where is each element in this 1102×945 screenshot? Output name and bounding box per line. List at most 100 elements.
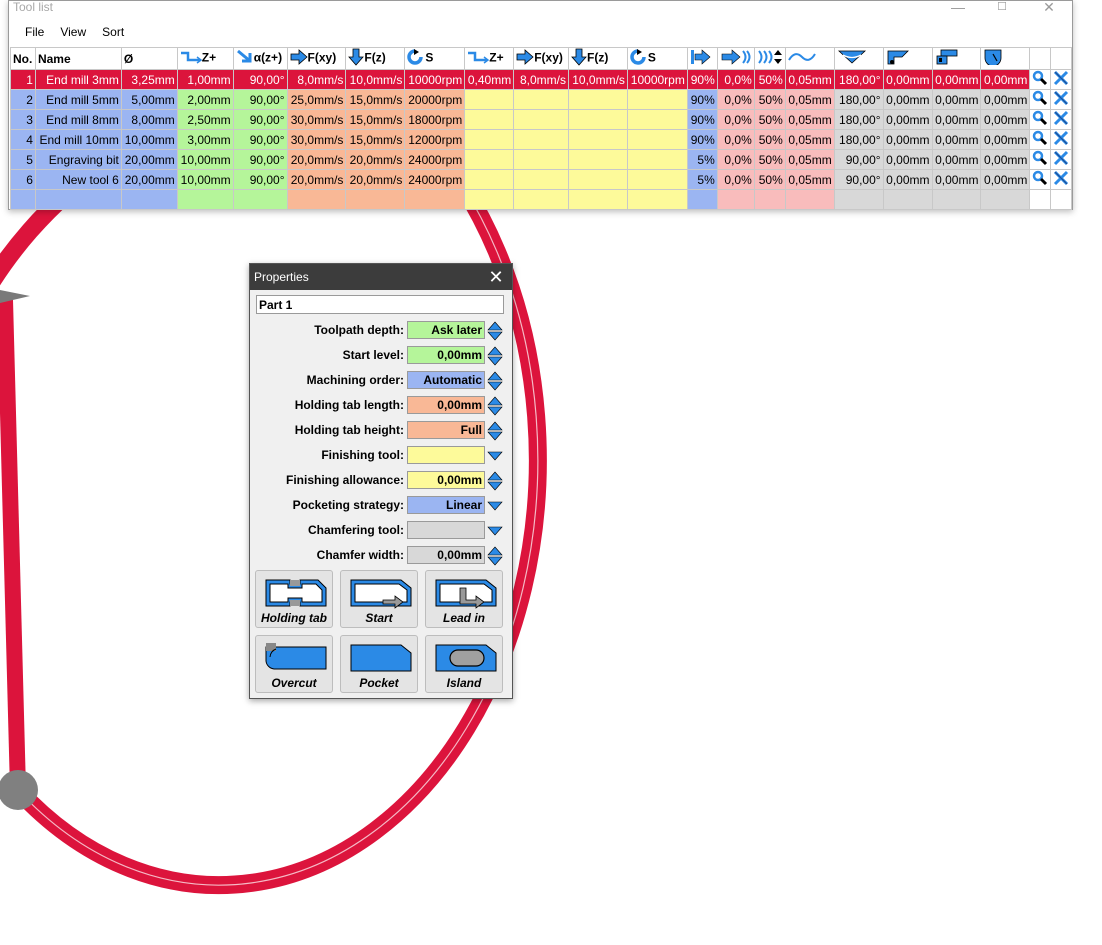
tool-cell-g4[interactable]: 0,00mm [980,169,1031,190]
tool-cell-p2[interactable]: 0,0% [716,69,755,90]
tool-cell-fxy[interactable]: 20,0mm/s [286,169,347,190]
tool-cell-g3[interactable]: 0,00mm [931,109,982,130]
empty-cell[interactable] [34,189,122,210]
column-header[interactable]: F(z) [345,47,406,70]
tool-cell-g2[interactable]: 0,00mm [882,69,933,90]
property-value-field[interactable] [407,521,485,539]
tool-cell-g3[interactable]: 0,00mm [931,149,982,170]
tool-cell-p2[interactable]: 0,0% [716,149,755,170]
tool-cell-p1[interactable]: 5% [686,169,718,190]
empty-cell[interactable] [753,189,786,210]
tool-cell-dia[interactable]: 10,00mm [120,129,178,150]
tool-cell-alpha[interactable]: 90,00° [232,149,288,170]
empty-cell[interactable] [784,189,835,210]
tool-cell-fxy2[interactable] [513,89,569,110]
view-tool-button[interactable] [1029,89,1052,110]
tool-cell-z2[interactable] [464,149,515,170]
tool-cell-s[interactable]: 20000rpm [404,89,466,110]
tool-cell-z[interactable]: 3,00mm [176,129,234,150]
tool-cell-fz[interactable]: 15,0mm/s [345,109,406,130]
tool-cell-fz2[interactable] [568,129,628,150]
tool-cell-s[interactable]: 12000rpm [404,129,466,150]
tool-cell-s2[interactable] [626,149,688,170]
tool-cell-s2[interactable] [626,89,688,110]
dropdown-arrow-icon[interactable] [487,496,503,516]
tool-cell-z[interactable]: 2,00mm [176,89,234,110]
tool-cell-p1[interactable]: 90% [686,129,718,150]
spin-arrows-icon[interactable] [487,346,503,366]
tool-cell-g3[interactable]: 0,00mm [931,169,982,190]
property-value-field[interactable]: Linear [407,496,485,514]
property-value-field[interactable]: 0,00mm [407,471,485,489]
tool-cell-p3[interactable]: 50% [753,169,786,190]
column-header[interactable] [980,47,1031,70]
tool-cell-z2[interactable]: 0,40mm [464,69,515,90]
tool-cell-fz2[interactable]: 10,0mm/s [568,69,628,90]
tool-cell-p3[interactable]: 50% [753,149,786,170]
spin-arrows-icon[interactable] [487,371,503,391]
column-header[interactable]: α(z+) [232,47,288,70]
tool-cell-dia[interactable]: 20,00mm [120,149,178,170]
empty-cell[interactable] [464,189,515,210]
menu-view[interactable]: View [52,25,94,39]
holding-tab-button[interactable]: Holding tab [255,570,333,628]
tool-cell-fxy[interactable]: 30,0mm/s [286,129,347,150]
tool-cell-fz2[interactable] [568,89,628,110]
column-header[interactable]: Name [34,47,122,70]
tool-cell-p3[interactable]: 50% [753,129,786,150]
tool-cell-fz2[interactable] [568,149,628,170]
column-header[interactable]: Z+ [176,47,234,70]
tool-cell-no[interactable]: 4 [10,129,36,150]
tool-cell-alpha[interactable]: 90,00° [232,69,288,90]
spin-arrows-icon[interactable] [487,471,503,491]
column-header[interactable] [1050,47,1072,70]
remove-tool-button[interactable] [1050,109,1072,130]
tool-cell-g2[interactable]: 0,00mm [882,169,933,190]
tool-cell-g2[interactable]: 0,00mm [882,129,933,150]
tool-cell-fxy2[interactable] [513,109,569,130]
tool-row[interactable]: 1 End mill 3mm 3,25mm 1,00mm 90,00° 8,0mm/s 10… [10,69,1072,90]
tool-cell-alpha[interactable]: 90,00° [232,169,288,190]
column-header[interactable]: S [626,47,688,70]
tool-cell-g4[interactable]: 0,00mm [980,129,1031,150]
empty-cell[interactable] [404,189,466,210]
column-header[interactable]: Z+ [464,47,515,70]
empty-cell[interactable] [686,189,718,210]
tool-cell-fz2[interactable] [568,169,628,190]
tool-cell-p4[interactable]: 0,05mm [784,89,835,110]
property-value-field[interactable]: 0,00mm [407,346,485,364]
column-header[interactable] [931,47,982,70]
tool-row[interactable]: 4 End mill 10mm 10,00mm 3,00mm 90,00° 30,0mm/… [10,129,1072,150]
empty-cell[interactable] [833,189,884,210]
tool-cell-p3[interactable]: 50% [753,89,786,110]
tool-cell-dia[interactable]: 5,00mm [120,89,178,110]
tool-cell-p4[interactable]: 0,05mm [784,109,835,130]
column-header[interactable]: No. [10,47,36,70]
column-header[interactable] [1029,47,1052,70]
tool-cell-g4[interactable]: 0,00mm [980,109,1031,130]
tool-cell-name[interactable]: End mill 8mm [34,109,122,130]
tool-cell-g2[interactable]: 0,00mm [882,149,933,170]
property-value-field[interactable]: Automatic [407,371,485,389]
empty-cell[interactable] [513,189,569,210]
property-value-field[interactable]: Full [407,421,485,439]
minimize-button[interactable]: — [938,0,978,15]
menu-file[interactable]: File [17,25,52,39]
property-value-field[interactable]: 0,00mm [407,396,485,414]
tool-cell-s2[interactable] [626,169,688,190]
tool-row[interactable]: 3 End mill 8mm 8,00mm 2,50mm 90,00° 30,0mm/s 1… [10,109,1072,130]
tool-cell-dia[interactable]: 3,25mm [120,69,178,90]
tool-cell-s[interactable]: 10000rpm [404,69,466,90]
dropdown-arrow-icon[interactable] [487,446,503,466]
overcut-button[interactable]: Overcut [255,635,333,693]
maximize-button[interactable]: ☐ [982,1,1022,15]
column-header[interactable]: Ø [120,47,178,70]
tool-cell-z2[interactable] [464,129,515,150]
tool-cell-s[interactable]: 24000rpm [404,169,466,190]
tool-cell-p1[interactable]: 5% [686,149,718,170]
tool-cell-g1[interactable]: 90,00° [833,169,884,190]
spin-arrows-icon[interactable] [487,321,503,341]
tool-cell-z[interactable]: 10,00mm [176,149,234,170]
tool-cell-fxy2[interactable] [513,149,569,170]
lead-in-button[interactable]: Lead in [425,570,503,628]
